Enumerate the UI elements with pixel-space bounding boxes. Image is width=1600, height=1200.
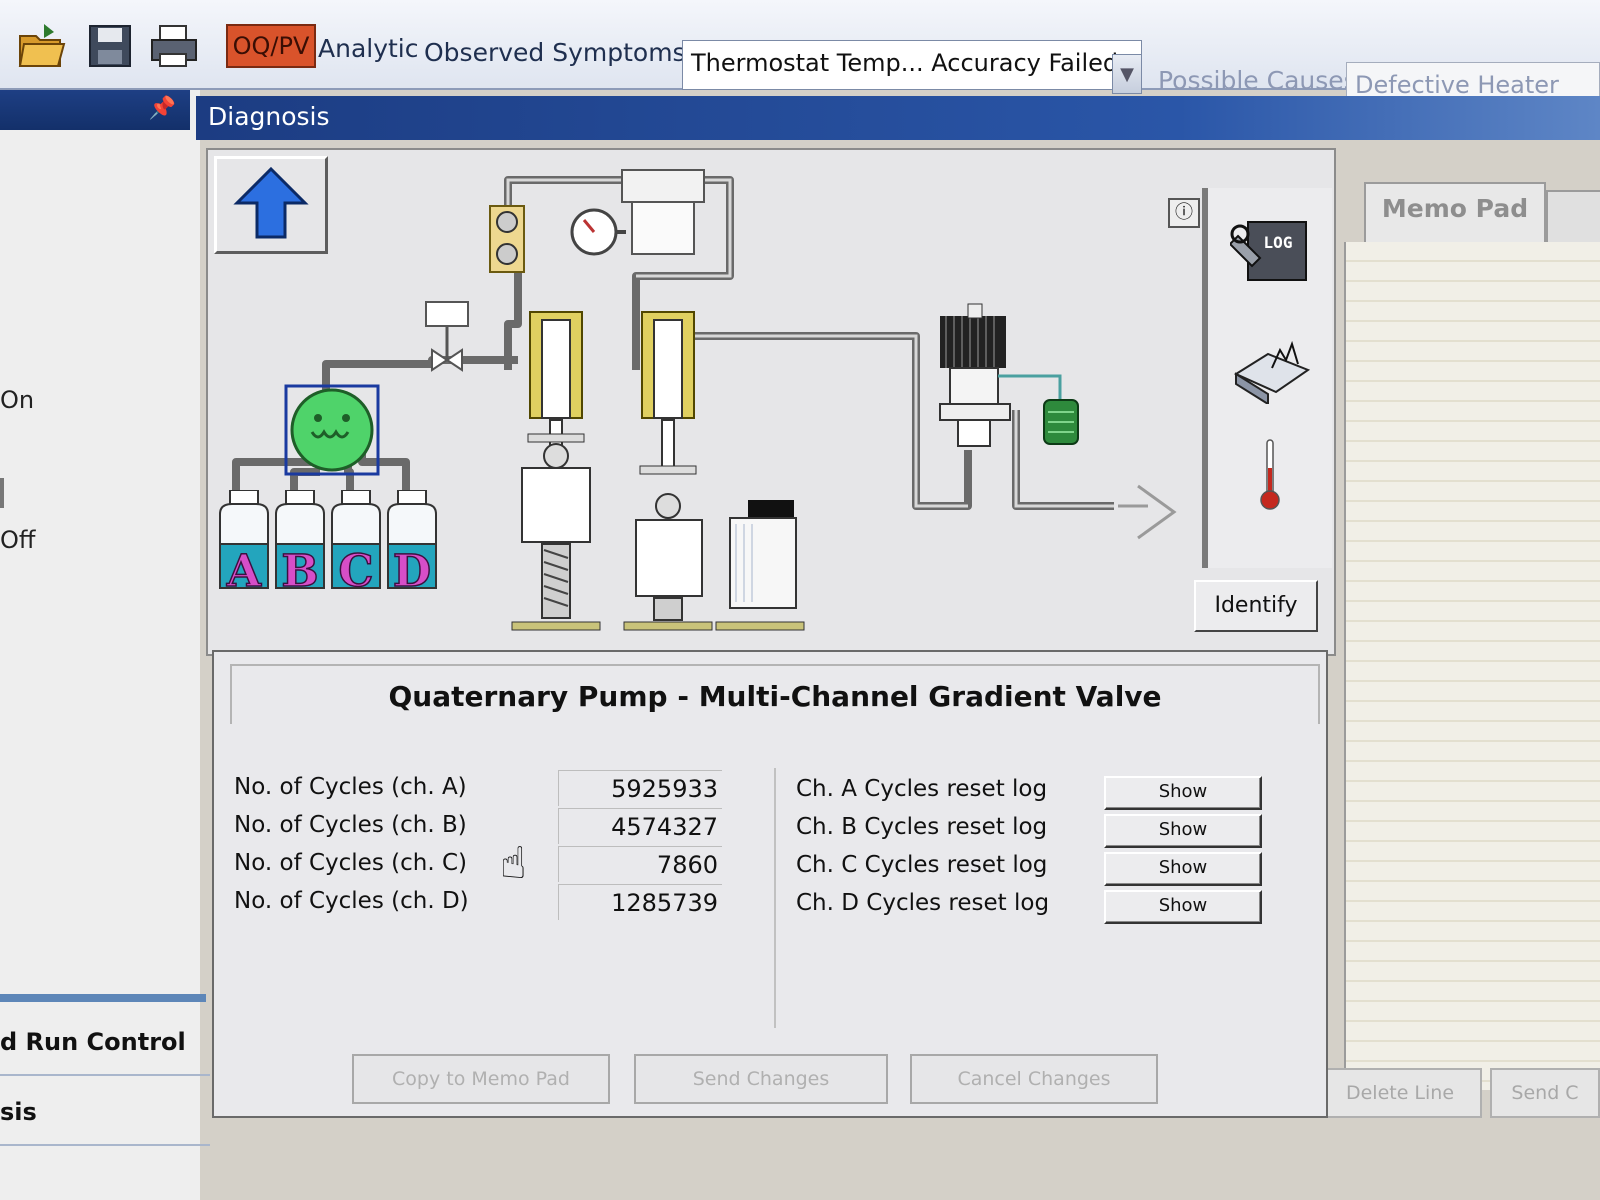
log-wrench-icon[interactable]: LOG [1230,212,1310,292]
hand-cursor-icon: ☝ [500,838,527,889]
off-label: Off [0,526,36,554]
memo-pad-area[interactable] [1344,242,1600,1090]
diagnosis-nav-item[interactable]: sis [0,1098,37,1126]
cycles-label-d: No. of Cycles (ch. D) [234,888,469,914]
show-log-button-d[interactable]: Show [1104,890,1262,924]
show-log-button-a[interactable]: Show [1104,776,1262,810]
memo-pad-tab[interactable]: Memo Pad [1364,182,1546,244]
oqpv-button[interactable]: OQ/PV [226,24,316,68]
run-control-item[interactable]: d Run Control [0,1028,186,1056]
reset-log-label-d: Ch. D Cycles reset log [796,890,1050,916]
info-icon[interactable]: ⓘ [1168,198,1200,228]
save-icon[interactable] [84,20,136,72]
main-toolbar: OQ/PV Analytic Observed Symptoms Thermos… [0,0,1600,112]
on-label: On [0,386,35,414]
diagnosis-tools-bar: LOG [1202,188,1332,568]
cycles-label-c: No. of Cycles (ch. C) [234,850,467,876]
analytic-menu[interactable]: Analytic [318,34,419,63]
observed-symptoms-label: Observed Symptoms [424,38,686,67]
open-folder-icon[interactable] [16,20,68,72]
left-separator [0,1074,210,1076]
log-icon-text: LOG [1264,233,1293,252]
reset-log-label-c: Ch. C Cycles reset log [796,852,1048,878]
left-pane-header: 📌 [0,90,190,130]
reset-log-label-a: Ch. A Cycles reset log [796,776,1048,802]
left-divider-mark [0,478,4,508]
cycles-value-a: 5925933 [558,770,722,806]
show-log-button-b[interactable]: Show [1104,814,1262,848]
cancel-changes-button[interactable]: Cancel Changes [910,1054,1158,1104]
delete-line-button[interactable]: Delete Line [1318,1068,1482,1118]
cycles-label-b: No. of Cycles (ch. B) [234,812,467,838]
memo-send-button[interactable]: Send C [1490,1068,1600,1118]
pump-diagram: A B C D ⓘ LOG Identify [206,148,1336,656]
reset-log-label-b: Ch. B Cycles reset log [796,814,1048,840]
bottle-label-b: B [281,546,318,597]
memo-secondary-tab[interactable] [1546,190,1600,244]
cycles-value-d: 1285739 [558,884,722,920]
print-icon[interactable] [148,20,200,72]
show-log-button-c[interactable]: Show [1104,852,1262,886]
bottle-label-d: D [393,546,431,597]
left-splitter[interactable] [0,994,206,1002]
diagnosis-header: Diagnosis [196,96,1600,140]
possible-causes-label: Possible Causes [1158,66,1357,95]
column-separator [774,768,776,1028]
bottle-label-c: C [338,546,373,597]
symptom-dropdown[interactable]: Thermostat Temp... Accuracy Failed [682,40,1142,90]
copy-to-memo-button[interactable]: Copy to Memo Pad [352,1054,610,1104]
manual-book-icon[interactable] [1232,334,1312,404]
send-changes-button[interactable]: Send Changes [634,1054,888,1104]
left-separator [0,1144,210,1146]
valve-info-panel: Quaternary Pump - Multi-Channel Gradient… [212,650,1328,1118]
pin-icon[interactable]: 📌 [149,96,176,121]
diagnosis-title: Diagnosis [208,102,330,131]
cycles-value-b: 4574327 [558,808,722,844]
identify-button[interactable]: Identify [1194,580,1318,632]
panel-title: Quaternary Pump - Multi-Channel Gradient… [230,664,1320,724]
cycles-label-a: No. of Cycles (ch. A) [234,774,467,800]
solvent-bottles: A B C D [219,490,437,598]
chevron-down-icon[interactable]: ▼ [1112,54,1142,94]
left-navigation-pane: 📌 On Off d Run Control sis [0,90,210,1200]
cycles-value-c: 7860 [558,846,722,882]
thermometer-icon[interactable] [1258,438,1282,512]
bottle-label-a: A [226,546,262,597]
